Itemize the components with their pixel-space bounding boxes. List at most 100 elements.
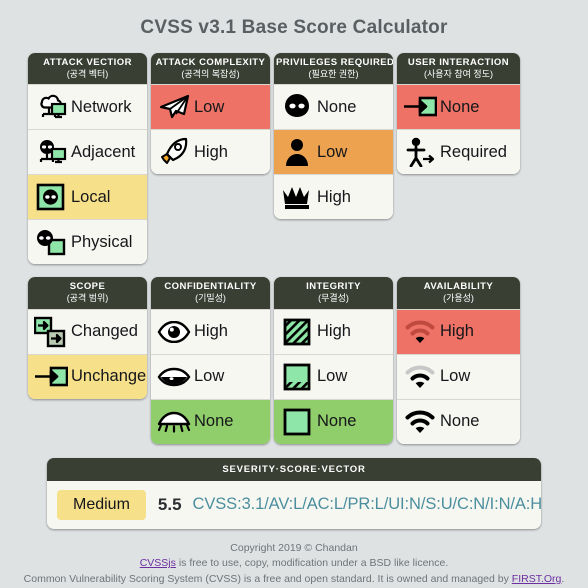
metric-card-confidentiality: CONFIDENTIALITY (기밀성) High Low None bbox=[151, 277, 270, 444]
option-label: Local bbox=[71, 187, 111, 206]
option-ui-required[interactable]: Required bbox=[397, 129, 520, 175]
option-scope-unchanged[interactable]: Unchanged bbox=[28, 353, 147, 399]
option-ac-high[interactable]: High bbox=[151, 129, 270, 175]
option-i-high[interactable]: High bbox=[274, 308, 393, 354]
ninja-square-icon bbox=[34, 225, 68, 259]
card-header-availability: AVAILABILITY (가용성) bbox=[397, 277, 520, 309]
option-label: Low bbox=[194, 367, 225, 386]
footer-standard-line: Common Vulnerability Scoring System (CVS… bbox=[0, 572, 588, 588]
metric-card-privileges-required: PRIVILEGES REQUIRED (필요한 권한) None Low Hi… bbox=[274, 53, 393, 220]
option-av-physical[interactable]: Physical bbox=[28, 219, 147, 265]
option-label: High bbox=[317, 187, 351, 206]
metric-row-1: ATTACK VECTIOR (공격 벡터) Network Adjacent … bbox=[0, 53, 588, 265]
card-header-privileges-required: PRIVILEGES REQUIRED (필요한 권한) bbox=[274, 53, 393, 85]
option-scope-changed[interactable]: Changed bbox=[28, 308, 147, 354]
vector-string[interactable]: CVSS:3.1/AV:L/AC:L/PR:L/UI:N/S:U/C:N/I:N… bbox=[193, 495, 541, 514]
option-label: Network bbox=[71, 97, 132, 116]
card-header-ko: (사용자 참여 정도) bbox=[424, 68, 493, 79]
option-label: Low bbox=[194, 97, 225, 116]
option-c-high[interactable]: High bbox=[151, 308, 270, 354]
eye-open-icon bbox=[157, 315, 191, 349]
score-panel: SEVERITY·SCORE·VECTOR Medium 5.5 CVSS:3.… bbox=[47, 457, 541, 529]
option-label: Required bbox=[440, 142, 507, 161]
eye-half-icon bbox=[157, 360, 191, 394]
crown-icon bbox=[280, 180, 314, 214]
option-a-low[interactable]: Low bbox=[397, 353, 520, 399]
ninja-face-icon bbox=[280, 90, 314, 124]
card-header-confidentiality: CONFIDENTIALITY (기밀성) bbox=[151, 277, 270, 309]
card-header-scope: SCOPE (공격 범위) bbox=[28, 277, 147, 309]
option-c-none[interactable]: None bbox=[151, 398, 270, 444]
option-label: Low bbox=[317, 142, 348, 161]
score-panel-header: SEVERITY·SCORE·VECTOR bbox=[47, 457, 541, 481]
two-boxes-arrow-icon bbox=[34, 315, 68, 349]
card-header-attack-complexity: ATTACK COMPLEXITY (공격의 복잡성) bbox=[151, 53, 270, 85]
metric-card-user-interaction: USER INTERACTION (사용자 참여 정도) None Requir… bbox=[397, 53, 520, 175]
option-av-local[interactable]: Local bbox=[28, 174, 147, 220]
square-hatched-full-icon bbox=[280, 315, 314, 349]
severity-badge: Medium bbox=[57, 489, 146, 520]
option-label: None bbox=[194, 412, 234, 431]
card-header-en: ATTACK COMPLEXITY bbox=[155, 57, 266, 68]
option-label: None bbox=[440, 97, 480, 116]
square-empty-icon bbox=[280, 405, 314, 439]
ninja-in-box-icon bbox=[34, 180, 68, 214]
metric-card-scope: SCOPE (공격 범위) Changed Unchanged bbox=[28, 277, 147, 399]
rocket-icon bbox=[157, 135, 191, 169]
cvssjs-link[interactable]: CVSSjs bbox=[140, 557, 176, 569]
option-c-low[interactable]: Low bbox=[151, 353, 270, 399]
wifi-full-icon bbox=[403, 405, 437, 439]
option-ui-none[interactable]: None bbox=[397, 84, 520, 130]
card-header-en: SCOPE bbox=[69, 281, 106, 293]
wifi-weak-icon bbox=[403, 315, 437, 349]
card-header-en: USER INTERACTION bbox=[407, 57, 510, 68]
person-icon bbox=[280, 135, 314, 169]
arrow-into-box-icon bbox=[34, 360, 68, 394]
card-header-attack-vector: ATTACK VECTIOR (공격 벡터) bbox=[28, 53, 147, 85]
card-header-ko: (공격 범위) bbox=[66, 293, 109, 304]
card-header-ko: (공격 벡터) bbox=[66, 68, 109, 79]
option-label: High bbox=[317, 322, 351, 341]
metric-card-availability: AVAILABILITY (가용성) High Low None bbox=[397, 277, 520, 444]
option-label: None bbox=[317, 97, 357, 116]
metric-row-2: SCOPE (공격 범위) Changed Unchanged CONFIDEN… bbox=[0, 277, 588, 444]
option-pr-none[interactable]: None bbox=[274, 84, 393, 130]
option-pr-low[interactable]: Low bbox=[274, 129, 393, 175]
option-ac-low[interactable]: Low bbox=[151, 84, 270, 130]
card-header-en: INTEGRITY bbox=[306, 281, 361, 293]
option-av-adjacent[interactable]: Adjacent bbox=[28, 129, 147, 175]
card-header-ko: (가용성) bbox=[443, 293, 474, 304]
card-header-integrity: INTEGRITY (무결성) bbox=[274, 277, 393, 309]
option-label: High bbox=[440, 322, 474, 341]
option-a-none[interactable]: None bbox=[397, 398, 520, 444]
metric-card-integrity: INTEGRITY (무결성) High Low None bbox=[274, 277, 393, 444]
wifi-medium-icon bbox=[403, 360, 437, 394]
paper-plane-icon bbox=[157, 90, 191, 124]
score-value: 5.5 bbox=[157, 494, 182, 514]
first-org-link[interactable]: FIRST.Org bbox=[512, 573, 562, 585]
card-header-user-interaction: USER INTERACTION (사용자 참여 정도) bbox=[397, 53, 520, 85]
ninja-monitor-icon bbox=[34, 135, 68, 169]
square-hatched-part-icon bbox=[280, 360, 314, 394]
option-label: Changed bbox=[71, 322, 138, 341]
page-title: CVSS v3.1 Base Score Calculator bbox=[140, 17, 448, 38]
person-arrow-icon bbox=[403, 135, 437, 169]
option-label: Unchanged bbox=[71, 367, 147, 386]
option-i-low[interactable]: Low bbox=[274, 353, 393, 399]
option-label: Adjacent bbox=[71, 142, 136, 161]
footer-period: . bbox=[561, 573, 565, 586]
footer-copyright: Copyright 2019 © Chandan bbox=[230, 541, 358, 554]
option-a-high[interactable]: High bbox=[397, 308, 520, 354]
option-label: High bbox=[194, 142, 228, 161]
cloud-monitor-icon bbox=[34, 90, 68, 124]
option-i-none[interactable]: None bbox=[274, 398, 393, 444]
score-panel-body: Medium 5.5 CVSS:3.1/AV:L/AC:L/PR:L/UI:N/… bbox=[47, 481, 541, 529]
option-label: Low bbox=[317, 367, 348, 386]
option-av-network[interactable]: Network bbox=[28, 84, 147, 130]
footer-licence-line: CVSSjs is free to use, copy, modificatio… bbox=[0, 556, 588, 572]
footer-standard-text: Common Vulnerability Scoring System (CVS… bbox=[23, 573, 512, 586]
footer-licence-text: is free to use, copy, modification under… bbox=[175, 557, 449, 570]
card-header-ko: (무결성) bbox=[318, 293, 349, 304]
option-pr-high[interactable]: High bbox=[274, 174, 393, 220]
option-label: Low bbox=[440, 367, 471, 386]
